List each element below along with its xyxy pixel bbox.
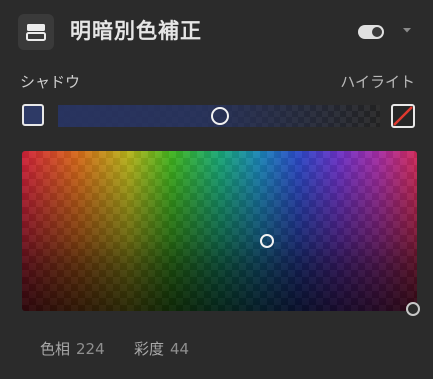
no-color-icon [393,106,413,126]
split-toning-panel: 明暗別色補正 シャドウ ハイライト 色相 224 彩度 44 [0,0,433,379]
shadow-label: シャドウ [20,73,81,91]
hue-readout: 色相 224 [40,338,105,359]
field-reset-handle[interactable] [406,302,420,316]
balance-slider-handle[interactable] [211,107,229,125]
saturation-label: 彩度 [134,340,165,358]
layers-icon-graphic [26,24,46,41]
hue-label: 色相 [40,340,71,358]
hue-value: 224 [76,340,105,358]
saturation-readout: 彩度 44 [134,338,189,359]
hue-saturation-field[interactable] [22,151,417,311]
balance-slider[interactable] [58,105,380,127]
hue-saturation-handle[interactable] [259,233,274,248]
chevron-down-icon[interactable] [401,24,413,36]
highlight-label: ハイライト [340,73,415,91]
layers-panel-icon[interactable] [18,14,54,50]
saturation-value: 44 [170,340,190,358]
shadow-color-swatch[interactable] [22,104,44,126]
toggle-knob [372,27,382,37]
panel-title: 明暗別色補正 [70,19,202,43]
highlight-color-swatch[interactable] [391,104,415,128]
panel-enable-toggle[interactable] [358,25,384,39]
